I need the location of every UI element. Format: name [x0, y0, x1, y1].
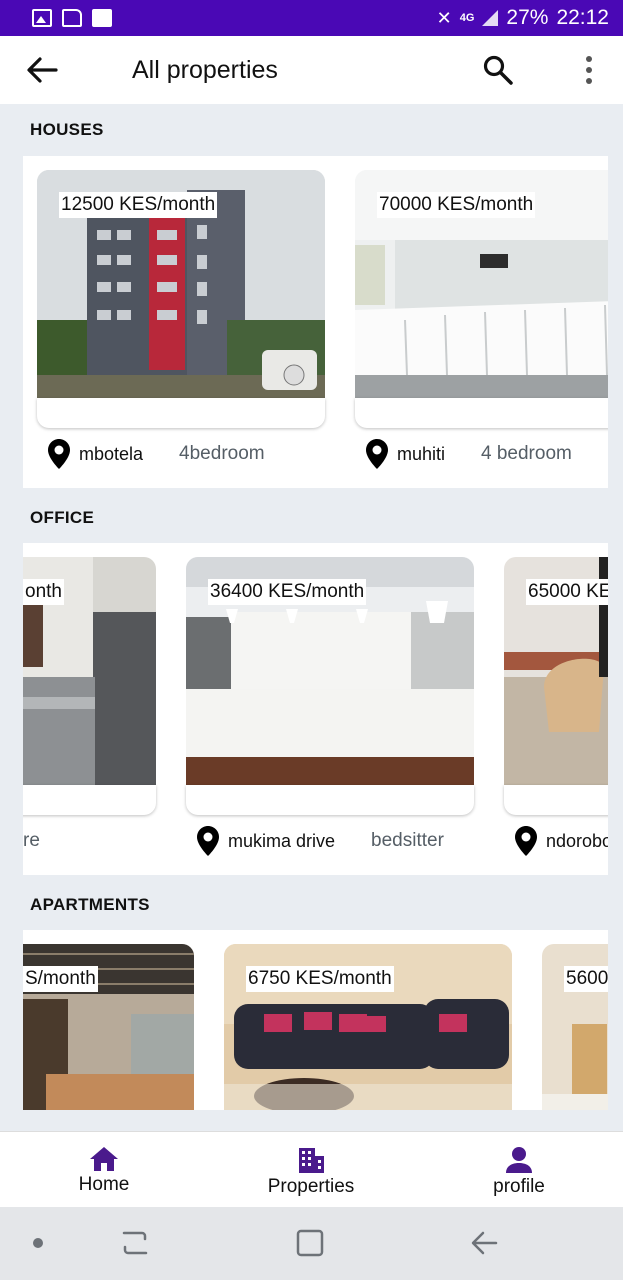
price-label: 6750 KES/month [246, 966, 394, 992]
signal-icon [482, 10, 499, 26]
location-pin-icon [48, 439, 70, 469]
vibrate-mute-icon: ✕ [436, 7, 452, 28]
price-label: 36400 KES/month [208, 579, 367, 605]
gallery-notification-icon [32, 9, 52, 27]
card-meta: ndorobo [514, 823, 608, 859]
location-text: mukima drive [228, 830, 336, 851]
app-bar: All properties [0, 36, 623, 104]
price-label: 12500 KES/month [59, 192, 218, 218]
location-text: mbotela [79, 443, 144, 464]
apartments-carousel[interactable]: S/month 6750 KES/month 5600 [23, 930, 608, 1110]
card-meta: mbotela 4bedroom [47, 436, 265, 472]
bedrooms-text: 4 bedroom [481, 443, 572, 464]
system-back-icon[interactable] [470, 1229, 498, 1257]
bottom-navigation: Home Properties profile [0, 1131, 623, 1207]
wifi-notification-icon [92, 9, 112, 27]
location-pin-icon [515, 826, 537, 856]
location-text: muhiti [397, 443, 446, 464]
price-label: 70000 KES/month [377, 192, 536, 218]
houses-carousel[interactable]: 12500 KES/month mbotela 4bedroom 70000 K… [23, 156, 608, 488]
price-label: S/month [23, 966, 98, 992]
location-pin-icon [366, 439, 388, 469]
card-meta: mukima drive bedsitter [196, 823, 444, 859]
status-bar: ✕ 4G 27% 22:12 [0, 0, 623, 36]
price-label: 5600 [564, 966, 608, 992]
section-title-apartments: APARTMENTS [30, 895, 150, 914]
bedrooms-text: 4bedroom [179, 443, 265, 464]
bedrooms-text: re [23, 830, 40, 851]
more-options-icon[interactable] [578, 54, 600, 86]
nav-properties[interactable]: Properties [251, 1146, 371, 1198]
price-label: onth [23, 579, 64, 605]
home-square-icon[interactable] [296, 1229, 324, 1257]
nav-home[interactable]: Home [44, 1146, 164, 1196]
recent-apps-icon[interactable] [121, 1229, 149, 1257]
sim-notification-icon [62, 9, 82, 27]
building-icon [299, 1148, 324, 1173]
price-label: 65000 KE [526, 579, 608, 605]
card-meta: re [23, 823, 40, 859]
back-arrow-icon[interactable] [26, 56, 58, 84]
nav-properties-label: Properties [267, 1176, 355, 1197]
location-pin-icon [197, 826, 219, 856]
home-icon [90, 1147, 118, 1171]
section-title-office: OFFICE [30, 508, 95, 527]
location-text: ndorobo [546, 830, 608, 851]
nav-dot-icon[interactable] [33, 1238, 43, 1248]
battery-level: 27% [506, 6, 549, 29]
search-icon[interactable] [482, 54, 514, 86]
nav-profile[interactable]: profile [459, 1146, 579, 1198]
office-carousel[interactable]: onth re 36400 KES/month mukima drive bed [23, 543, 608, 875]
nav-home-label: Home [78, 1174, 130, 1195]
card-meta: muhiti 4 bedroom [365, 436, 572, 472]
clock: 22:12 [556, 6, 609, 29]
bedrooms-text: bedsitter [371, 830, 444, 851]
page-title: All properties [132, 56, 278, 84]
section-title-houses: HOUSES [30, 120, 104, 139]
person-icon [506, 1147, 532, 1173]
nav-profile-label: profile [493, 1176, 545, 1197]
network-type: 4G [459, 11, 475, 24]
system-navigation-bar [0, 1207, 623, 1280]
